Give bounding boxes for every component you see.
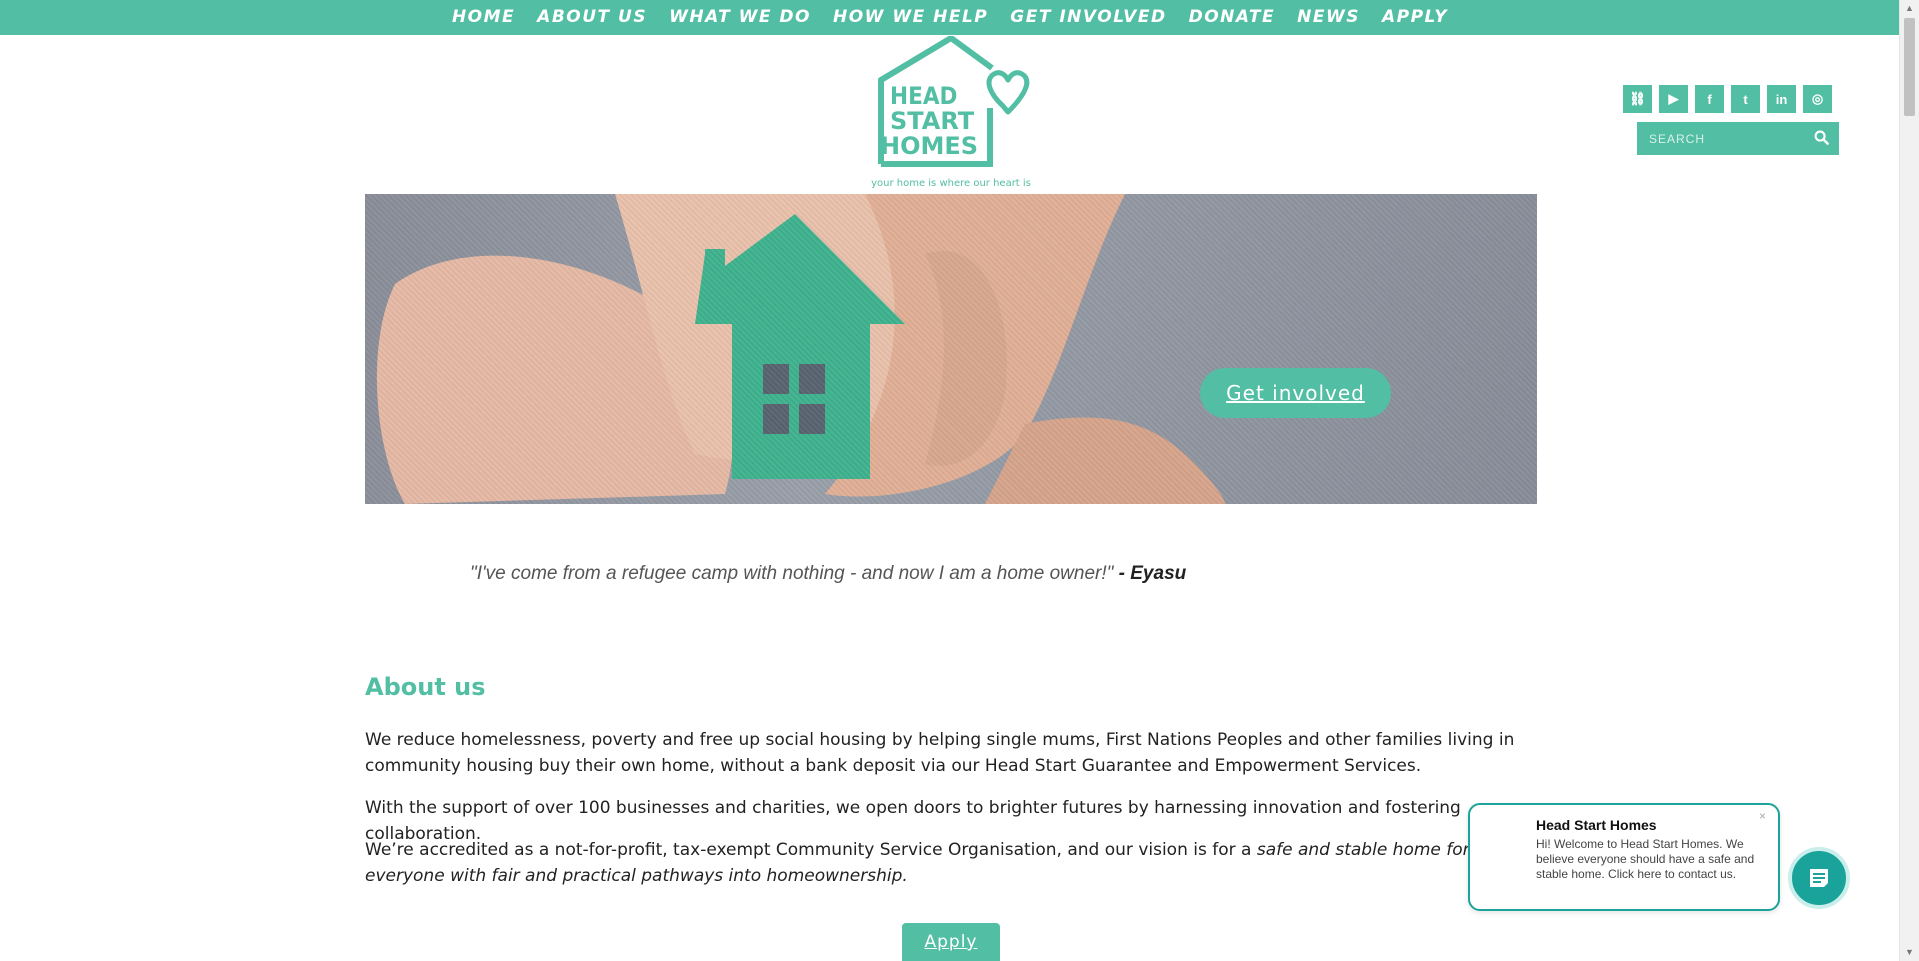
- nav-about-us[interactable]: ABOUT US: [526, 0, 658, 35]
- chat-close-icon[interactable]: ×: [1759, 809, 1766, 823]
- nav-home[interactable]: HOME: [441, 0, 526, 35]
- nav-news[interactable]: NEWS: [1286, 0, 1371, 35]
- nav-get-involved[interactable]: GET INVOLVED: [999, 0, 1177, 35]
- logo-tagline: your home is where our heart is: [871, 178, 1031, 189]
- scroll-down-arrow-icon[interactable]: ▼: [1900, 944, 1919, 961]
- nav-what-we-do[interactable]: WHAT WE DO: [658, 0, 822, 35]
- chat-popup[interactable]: Head Start Homes Hi! Welcome to Head Sta…: [1468, 803, 1780, 911]
- youtube-icon[interactable]: ▶: [1659, 85, 1688, 113]
- logo-line-2: START: [890, 107, 975, 135]
- nav-donate[interactable]: DONATE: [1178, 0, 1287, 35]
- apply-button[interactable]: Apply: [902, 923, 1000, 961]
- nav-apply[interactable]: APPLY: [1371, 0, 1459, 35]
- hero-texture: [365, 194, 1537, 504]
- hero-banner-image: [365, 194, 1537, 504]
- quote-text: "I've come from a refugee camp with noth…: [470, 563, 1114, 584]
- social-links: ⛓ ▶ f t in ◎: [1623, 85, 1832, 113]
- chat-title: Head Start Homes: [1536, 817, 1657, 833]
- logo-line-1: HEAD: [890, 82, 957, 110]
- chat-message-icon: [1810, 869, 1828, 887]
- twitter-icon[interactable]: t: [1731, 85, 1760, 113]
- about-paragraph-1: We reduce homelessness, poverty and free…: [365, 730, 1515, 776]
- logo-line-3: HOMES: [880, 132, 978, 160]
- search-box: [1637, 122, 1839, 155]
- get-involved-button[interactable]: Get involved: [1200, 368, 1391, 418]
- link-icon[interactable]: ⛓: [1623, 85, 1652, 113]
- chat-launcher-button[interactable]: [1788, 847, 1850, 909]
- search-icon[interactable]: [1814, 130, 1829, 145]
- scroll-thumb[interactable]: [1904, 18, 1915, 116]
- scroll-up-arrow-icon[interactable]: ▲: [1900, 0, 1919, 17]
- page-scrollbar[interactable]: ▲ ▼: [1899, 0, 1919, 961]
- instagram-icon[interactable]: ◎: [1803, 85, 1832, 113]
- search-input[interactable]: [1637, 130, 1811, 147]
- about-paragraph-3-text: We’re accredited as a not-for-profit, ta…: [365, 840, 1257, 860]
- testimonial-quote: "I've come from a refugee camp with noth…: [470, 563, 1186, 585]
- about-heading: About us: [365, 673, 486, 701]
- site-logo[interactable]: HEAD START HOMES: [868, 36, 1034, 192]
- linkedin-icon[interactable]: in: [1767, 85, 1796, 113]
- chat-message: Hi! Welcome to Head Start Homes. We beli…: [1536, 837, 1755, 881]
- top-navigation: HOME ABOUT US WHAT WE DO HOW WE HELP GET…: [0, 0, 1900, 35]
- facebook-icon[interactable]: f: [1695, 85, 1724, 113]
- nav-how-we-help[interactable]: HOW WE HELP: [822, 0, 999, 35]
- quote-author: - Eyasu: [1118, 563, 1187, 584]
- about-paragraph-3: We’re accredited as a not-for-profit, ta…: [365, 837, 1525, 889]
